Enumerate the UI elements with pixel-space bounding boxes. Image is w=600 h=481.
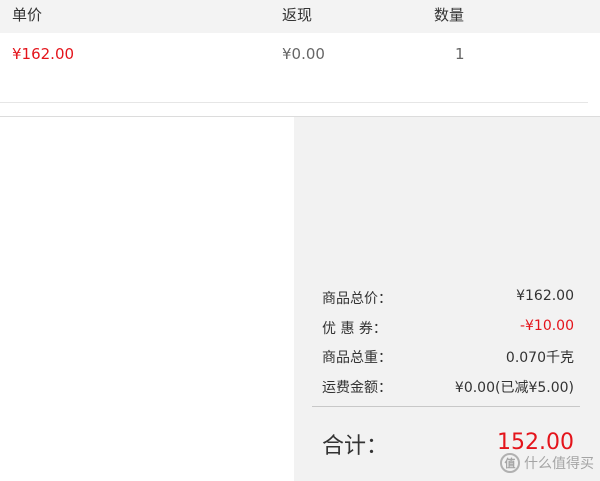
item-quantity: 1 bbox=[455, 45, 465, 63]
coupon-label: 优 惠 券： bbox=[322, 321, 387, 337]
summary-weight: 商品总重： 0.070千克 bbox=[294, 347, 600, 367]
table-row: ¥162.00 ¥0.00 1 bbox=[0, 33, 600, 103]
total-label: 合计： bbox=[322, 434, 389, 459]
table-header: 单价 返现 数量 bbox=[0, 0, 600, 33]
row-divider bbox=[0, 102, 588, 103]
header-quantity: 数量 bbox=[434, 6, 465, 24]
summary-divider bbox=[312, 406, 580, 407]
shipping-value: ¥0.00(已减¥5.00) bbox=[454, 380, 574, 396]
weight-label: 商品总重： bbox=[322, 350, 392, 366]
summary-shipping: 运费金额： ¥0.00(已减¥5.00) bbox=[294, 377, 600, 397]
item-unit-price: ¥162.00 bbox=[12, 45, 75, 63]
coupon-value: -¥10.00 bbox=[519, 318, 574, 334]
goods-total-value: ¥162.00 bbox=[516, 288, 574, 304]
goods-total-label: 商品总价： bbox=[322, 291, 392, 307]
watermark-text: 什么值得买 bbox=[524, 456, 594, 472]
summary-goods-total: 商品总价： ¥162.00 bbox=[294, 288, 600, 308]
item-cashback: ¥0.00 bbox=[282, 45, 325, 63]
watermark: 值 什么值得买 bbox=[500, 451, 594, 475]
summary-coupon: 优 惠 券： -¥10.00 bbox=[294, 318, 600, 338]
header-cashback: 返现 bbox=[282, 6, 313, 24]
shipping-label: 运费金额： bbox=[322, 380, 392, 396]
weight-value: 0.070千克 bbox=[505, 350, 574, 366]
smzdm-logo-icon: 值 bbox=[500, 453, 520, 473]
order-summary-panel: 商品总价： ¥162.00 优 惠 券： -¥10.00 商品总重： 0.070… bbox=[294, 117, 600, 481]
header-unit-price: 单价 bbox=[12, 6, 43, 24]
